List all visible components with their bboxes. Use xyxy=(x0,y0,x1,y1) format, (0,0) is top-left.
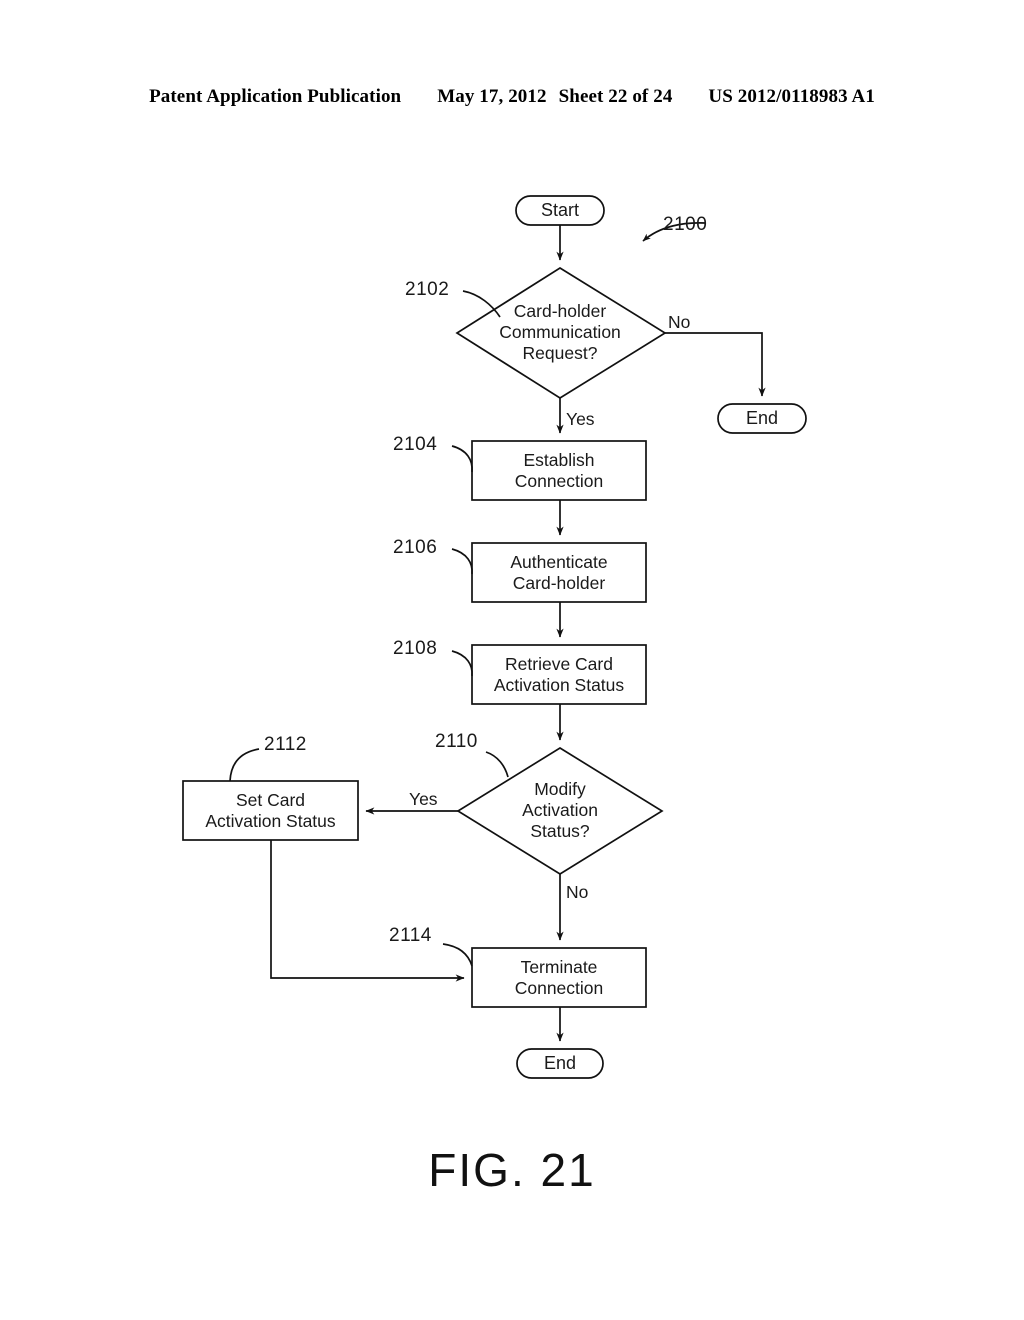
node-2114-shape xyxy=(471,947,647,1008)
ref-label-2100: 2100 xyxy=(663,214,708,235)
node-2110-shape xyxy=(456,747,664,875)
leader-2110 xyxy=(485,751,509,778)
edge-label-2102-no: No xyxy=(668,312,691,332)
leader-2112 xyxy=(229,748,260,782)
figure-caption: FIG. 21 xyxy=(428,1144,596,1196)
edge-2102-no-to-end xyxy=(665,332,766,397)
ref-label-2112: 2112 xyxy=(264,734,307,755)
leader-2108 xyxy=(451,650,473,677)
ref-label-2102: 2102 xyxy=(405,279,450,300)
leader-2114 xyxy=(442,943,473,967)
edge-2112-to-2114 xyxy=(270,840,465,982)
node-2102-shape xyxy=(455,266,667,400)
node-2104-shape xyxy=(471,440,647,501)
ref-label-2108: 2108 xyxy=(393,638,438,659)
ref-label-2106: 2106 xyxy=(393,537,438,558)
leader-2106 xyxy=(451,548,473,575)
ref-label-2110: 2110 xyxy=(435,731,478,752)
node-2112-shape xyxy=(182,780,359,841)
flowchart-figure: Start Card-holder Communication Request?… xyxy=(0,0,1024,1320)
node-end-bottom-shape xyxy=(516,1048,604,1079)
edge-label-2102-yes: Yes xyxy=(566,409,595,429)
node-end-right-shape xyxy=(717,403,807,434)
ref-label-2114: 2114 xyxy=(389,925,432,946)
edge-label-2110-yes: Yes xyxy=(409,789,438,809)
node-2108-shape xyxy=(471,644,647,705)
edge-label-2110-no: No xyxy=(566,882,589,902)
node-start-shape xyxy=(515,195,605,226)
flowchart-svg xyxy=(182,195,807,1079)
node-2106-shape xyxy=(471,542,647,603)
ref-label-2104: 2104 xyxy=(393,434,438,455)
leader-2104 xyxy=(451,445,473,473)
